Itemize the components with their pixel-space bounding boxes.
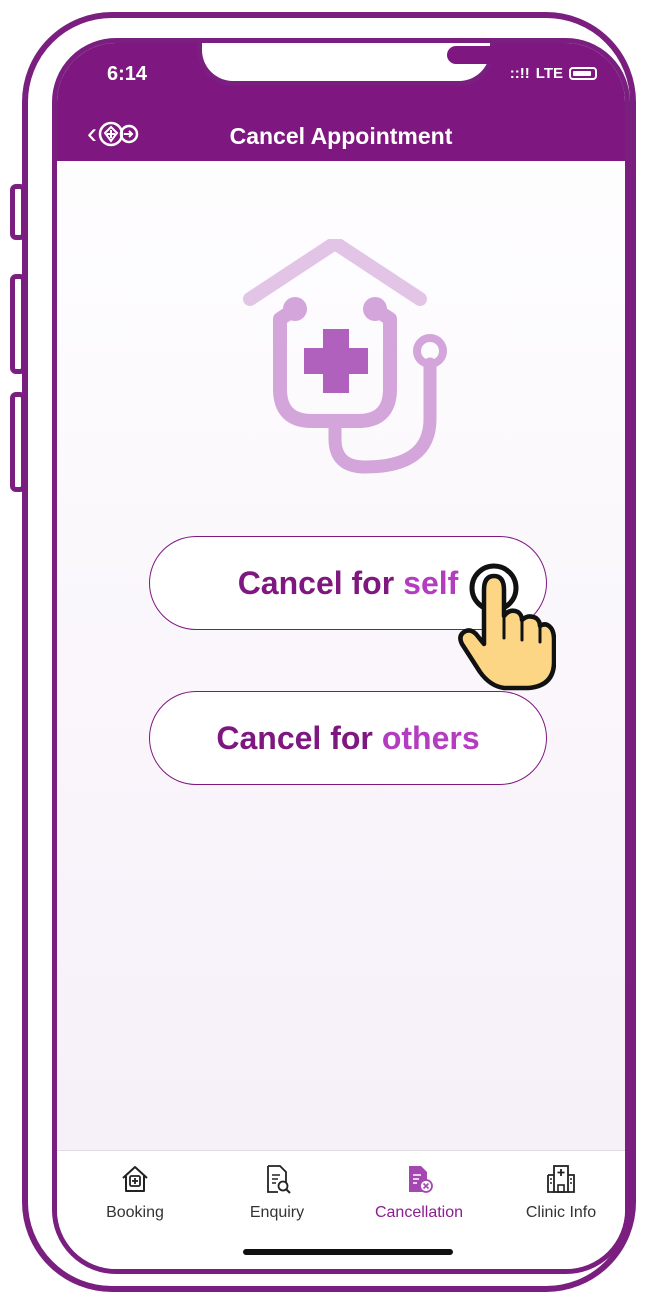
document-cancel-icon bbox=[409, 1166, 433, 1193]
tab-cancellation[interactable]: Cancellation bbox=[359, 1163, 479, 1222]
cancel-for-others-button[interactable]: Cancel for others bbox=[149, 691, 547, 785]
home-indicator bbox=[243, 1249, 453, 1255]
tap-hand-icon bbox=[458, 563, 556, 691]
tab-bar: Booking Enquiry Cancellation Clinic Info bbox=[57, 1150, 625, 1269]
cancel-others-prefix: Cancel for bbox=[216, 719, 373, 756]
tab-enquiry[interactable]: Enquiry bbox=[217, 1163, 337, 1222]
hospital-icon bbox=[547, 1165, 575, 1193]
tab-clinic-info[interactable]: Clinic Info bbox=[501, 1163, 621, 1222]
stethoscope-house-icon bbox=[243, 239, 447, 474]
network-label: LTE bbox=[535, 65, 563, 82]
status-indicators: ::!! LTE bbox=[510, 65, 597, 82]
status-time: 6:14 bbox=[107, 63, 148, 85]
tab-booking-label: Booking bbox=[106, 1204, 164, 1221]
cancel-others-accent: others bbox=[381, 719, 480, 756]
battery-icon bbox=[569, 67, 597, 80]
cancel-self-accent: self bbox=[403, 564, 459, 601]
notch bbox=[197, 43, 533, 86]
signal-icon: ::!! bbox=[509, 65, 530, 82]
house-plus-icon bbox=[122, 1166, 148, 1192]
speaker bbox=[447, 46, 533, 64]
tab-cancellation-label: Cancellation bbox=[374, 1204, 464, 1221]
page-title: Cancel Appointment bbox=[229, 123, 453, 149]
tab-booking[interactable]: Booking bbox=[75, 1163, 195, 1222]
header-bar: 6:14 ::!! LTE ‹ Cancel Appointment bbox=[57, 43, 625, 161]
document-search-icon bbox=[267, 1165, 291, 1194]
tab-enquiry-label: Enquiry bbox=[249, 1204, 305, 1221]
cancel-self-prefix: Cancel for bbox=[237, 564, 395, 601]
tab-clinic-info-label: Clinic Info bbox=[525, 1204, 597, 1221]
